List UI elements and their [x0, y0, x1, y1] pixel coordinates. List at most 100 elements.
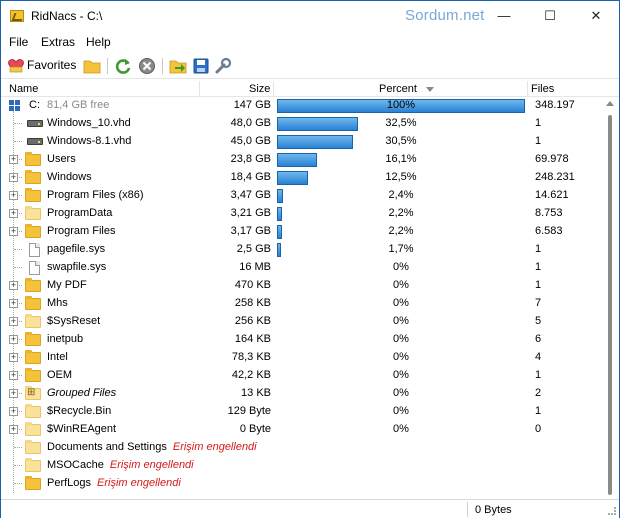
table-row[interactable]: + Mhs 258 KB 0% 7 [1, 295, 601, 313]
item-name: ProgramData [47, 207, 113, 219]
sort-descending-icon [426, 87, 434, 92]
ridnacs-app-icon [10, 10, 24, 22]
table-row[interactable]: + ⊞ Grouped Files 13 KB 0% 2 [1, 385, 601, 403]
item-percent: 0% [393, 387, 409, 399]
table-row[interactable]: pagefile.sys 2,5 GB 1,7% 1 [1, 241, 601, 259]
item-file-count: 14.621 [535, 189, 569, 201]
menu-extras[interactable]: Extras [41, 35, 75, 49]
item-size: 129 Byte [227, 405, 271, 417]
expand-icon[interactable]: + [9, 191, 18, 200]
drive-icon [27, 138, 43, 145]
item-percent: 1,7% [388, 243, 414, 255]
export-icon[interactable] [169, 57, 187, 75]
expand-icon[interactable]: + [9, 335, 18, 344]
item-file-count: 5 [535, 315, 542, 327]
table-row[interactable]: + $Recycle.Bin 129 Byte 0% 1 [1, 403, 601, 421]
table-row[interactable]: + inetpub 164 KB 0% 6 [1, 331, 601, 349]
settings-wrench-icon[interactable] [215, 57, 231, 75]
table-row[interactable]: Documents and Settings Erişim engellendi [1, 439, 601, 457]
expand-icon[interactable]: + [9, 371, 18, 380]
column-size-header[interactable]: Size [249, 83, 270, 95]
stop-icon[interactable] [138, 57, 156, 75]
item-name: Users [47, 153, 76, 165]
system-file-icon [29, 261, 40, 275]
title-bar[interactable]: RidNacs - C:\ Sordum.net — ☐ ✕ [1, 1, 619, 31]
item-name: Windows_10.vhd [47, 117, 131, 129]
column-percent-header[interactable]: Percent [379, 83, 417, 95]
refresh-icon[interactable] [114, 57, 132, 75]
expand-icon[interactable]: + [9, 155, 18, 164]
item-name: swapfile.sys [47, 261, 107, 273]
tree-connector [14, 249, 22, 250]
expand-icon[interactable]: + [9, 353, 18, 362]
table-row[interactable]: + Program Files (x86) 3,47 GB 2,4% 14.621 [1, 187, 601, 205]
table-row[interactable]: Windows_10.vhd 48,0 GB 32,5% 1 [1, 115, 601, 133]
table-row[interactable]: MSOCache Erişim engellendi [1, 457, 601, 475]
item-percent: 12,5% [385, 171, 417, 183]
item-size: 16 MB [239, 261, 271, 273]
grouped-files-icon: ⊞ [25, 386, 41, 400]
table-row[interactable]: + Program Files 3,17 GB 2,2% 6.583 [1, 223, 601, 241]
folder-icon [25, 278, 41, 292]
folder-icon [25, 152, 41, 166]
item-size: 13 KB [241, 387, 271, 399]
expand-icon[interactable]: + [9, 209, 18, 218]
item-percent: 16,1% [385, 153, 417, 165]
item-name: Windows [47, 171, 92, 183]
menu-help[interactable]: Help [86, 35, 111, 49]
table-row[interactable]: + Users 23,8 GB 16,1% 69.978 [1, 151, 601, 169]
root-size: 147 GB [233, 99, 271, 111]
item-name: pagefile.sys [47, 243, 106, 255]
expand-icon[interactable]: + [9, 227, 18, 236]
root-drive-row[interactable]: C: 81,4 GB free 147 GB 100% 348.197 [1, 97, 601, 115]
expand-icon[interactable]: + [9, 173, 18, 182]
expand-icon[interactable]: + [9, 281, 18, 290]
item-file-count: 0 [535, 423, 542, 435]
favorites-button[interactable]: Favorites [3, 57, 76, 75]
item-file-count: 4 [535, 351, 542, 363]
item-size: 48,0 GB [230, 117, 271, 129]
menu-file[interactable]: File [9, 35, 28, 49]
expand-icon[interactable]: + [9, 389, 18, 398]
expand-icon[interactable]: + [9, 425, 18, 434]
toolbar: Favorites [1, 53, 619, 79]
table-row[interactable]: + $SysReset 256 KB 0% 5 [1, 313, 601, 331]
item-size: 45,0 GB [230, 135, 271, 147]
expand-icon[interactable]: + [9, 299, 18, 308]
folder-icon [25, 350, 41, 364]
folder-pale-icon [25, 458, 41, 472]
table-row[interactable]: + My PDF 470 KB 0% 1 [1, 277, 601, 295]
scroll-up-arrow-icon[interactable] [606, 101, 614, 106]
table-row[interactable]: + $WinREAgent 0 Byte 0% 0 [1, 421, 601, 439]
item-percent: 0% [393, 333, 409, 345]
save-icon[interactable] [193, 57, 209, 75]
table-row[interactable]: + ProgramData 3,21 GB 2,2% 8.753 [1, 205, 601, 223]
column-name-header[interactable]: Name [9, 83, 38, 95]
table-row[interactable]: PerfLogs Erişim engellendi [1, 475, 601, 493]
table-row[interactable]: swapfile.sys 16 MB 0% 1 [1, 259, 601, 277]
maximize-button[interactable]: ☐ [527, 1, 573, 31]
expand-icon[interactable]: + [9, 407, 18, 416]
tree-connector [14, 141, 22, 142]
folder-open-icon[interactable] [83, 57, 101, 75]
item-percent: 0% [393, 261, 409, 273]
item-size: 23,8 GB [230, 153, 271, 165]
folder-icon [25, 224, 41, 238]
item-file-count: 1 [535, 279, 542, 291]
item-name: Grouped Files [47, 387, 117, 399]
column-files-header[interactable]: Files [531, 83, 554, 95]
table-row[interactable]: + Windows 18,4 GB 12,5% 248.231 [1, 169, 601, 187]
resize-grip-icon[interactable] [608, 507, 616, 515]
item-percent: 0% [393, 315, 409, 327]
item-size: 3,21 GB [230, 207, 271, 219]
root-files: 348.197 [535, 99, 575, 111]
table-row[interactable]: + OEM 42,2 KB 0% 1 [1, 367, 601, 385]
table-row[interactable]: Windows-8.1.vhd 45,0 GB 30,5% 1 [1, 133, 601, 151]
minimize-button[interactable]: — [481, 1, 527, 31]
item-file-count: 248.231 [535, 171, 575, 183]
close-button[interactable]: ✕ [573, 1, 619, 31]
item-file-count: 69.978 [535, 153, 569, 165]
expand-icon[interactable]: + [9, 317, 18, 326]
table-row[interactable]: + Intel 78,3 KB 0% 4 [1, 349, 601, 367]
scroll-thumb[interactable] [608, 115, 612, 495]
